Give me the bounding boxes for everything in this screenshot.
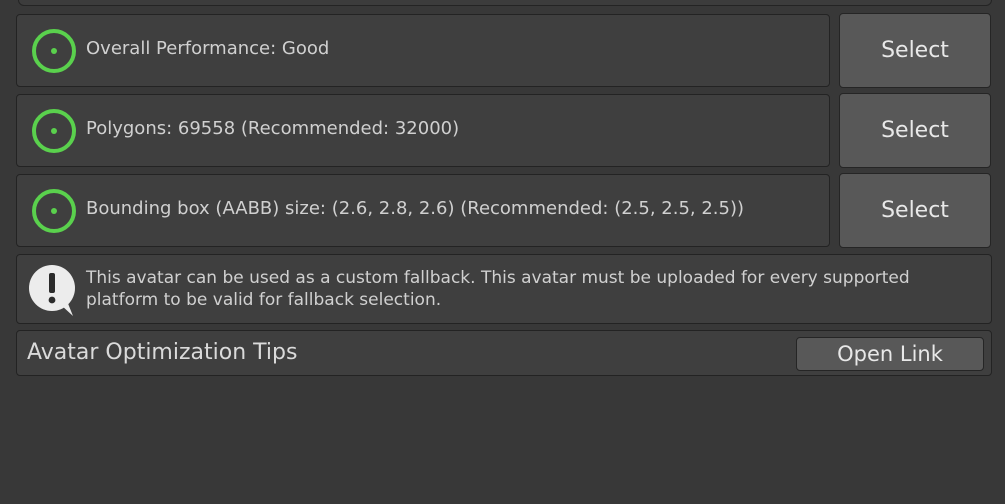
select-button-polygons[interactable]: Select [839,93,991,168]
fallback-info-box: This avatar can be used as a custom fall… [16,254,992,324]
warning-speech-bubble-icon [27,263,79,323]
status-good-icon [32,189,76,233]
open-link-button[interactable]: Open Link [796,337,984,371]
select-button-bounding-box[interactable]: Select [839,173,991,248]
optimization-tips-row: Avatar Optimization Tips Open Link [16,330,992,376]
optimization-tips-label: Avatar Optimization Tips [27,340,298,365]
performance-text: Polygons: 69558 (Recommended: 32000) [86,118,460,139]
fallback-info-text: This avatar can be used as a custom fall… [86,268,910,310]
performance-row-polygons: Polygons: 69558 (Recommended: 32000) [16,94,830,167]
status-good-icon [32,109,76,153]
previous-section-edge [18,0,992,6]
select-button-overall[interactable]: Select [839,13,991,88]
performance-row-overall: Overall Performance: Good [16,14,830,87]
performance-text: Bounding box (AABB) size: (2.6, 2.8, 2.6… [86,198,745,219]
performance-row-bounding-box: Bounding box (AABB) size: (2.6, 2.8, 2.6… [16,174,830,247]
status-good-icon [32,29,76,73]
performance-text: Overall Performance: Good [86,38,330,59]
